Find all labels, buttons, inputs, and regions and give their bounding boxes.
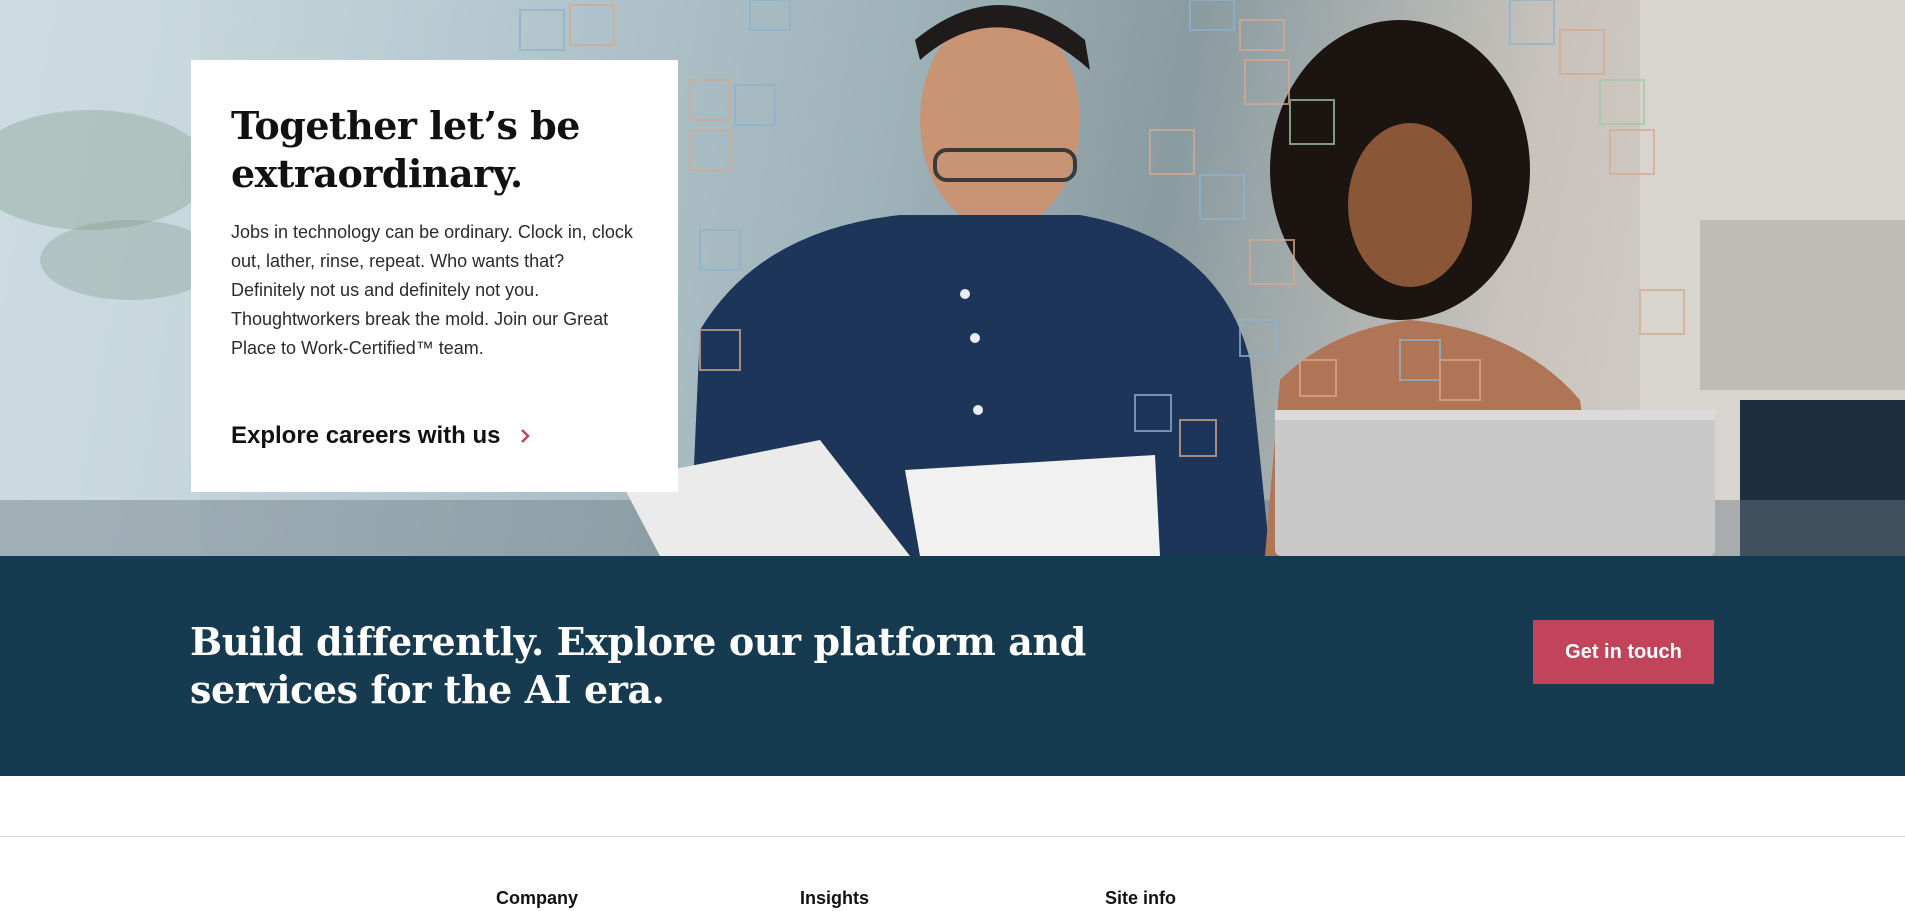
cta-title: Build differently. Explore our platform … <box>190 619 1086 712</box>
footer-divider <box>0 836 1905 837</box>
explore-careers-link[interactable]: Explore careers with us <box>231 422 532 450</box>
chevron-right-icon <box>521 429 531 443</box>
cta-band: Build differently. Explore our platform … <box>0 556 1905 776</box>
footer-heading-insights[interactable]: Insights <box>800 888 869 909</box>
hero-section: Together let’s be extraordinary. Jobs in… <box>0 0 1905 556</box>
explore-careers-label: Explore careers with us <box>231 422 501 449</box>
get-in-touch-button[interactable]: Get in touch <box>1533 620 1714 684</box>
hero-title: Together let’s be extraordinary. <box>231 103 580 196</box>
footer-heading-site-info[interactable]: Site info <box>1105 888 1176 909</box>
hero-card: Together let’s be extraordinary. Jobs in… <box>191 60 678 492</box>
footer-heading-company[interactable]: Company <box>496 888 578 909</box>
hero-description: Jobs in technology can be ordinary. Cloc… <box>231 222 633 358</box>
